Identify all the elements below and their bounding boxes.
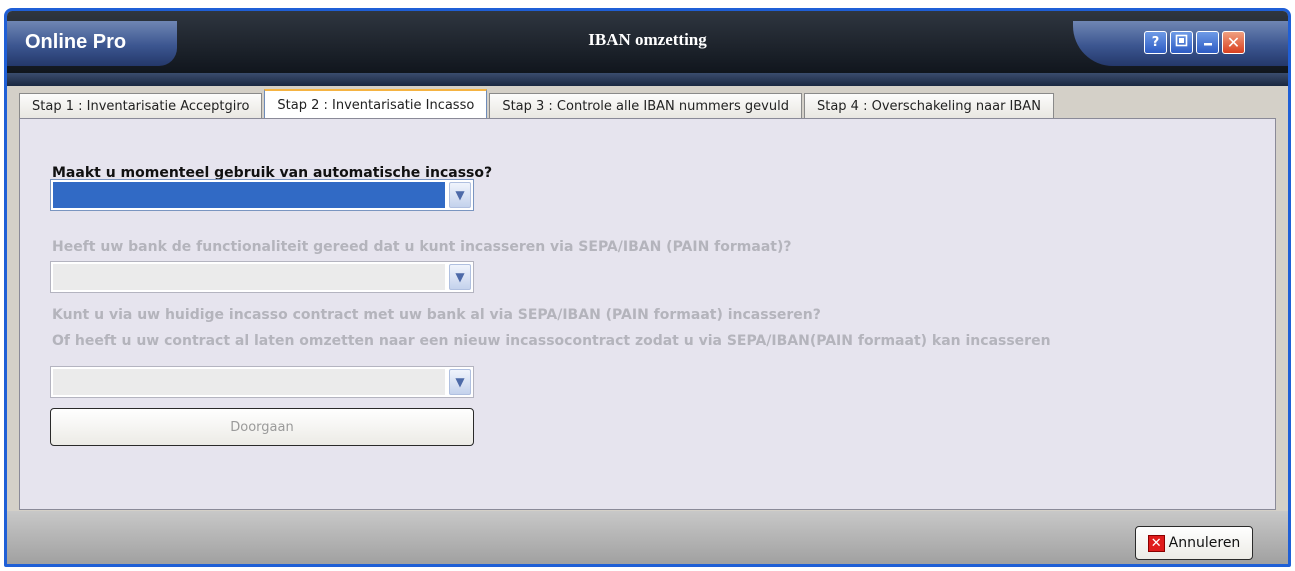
title-bar[interactable]: Online Pro IBAN omzetting ? ✕ [7, 11, 1288, 86]
chevron-down-icon[interactable]: ▼ [449, 182, 471, 208]
question-bank-sepa: Heeft uw bank de functionaliteit gereed … [52, 239, 792, 255]
restore-button[interactable] [1170, 31, 1193, 54]
close-icon: ✕ [1226, 33, 1241, 52]
restore-icon [1175, 34, 1188, 51]
chevron-down-icon[interactable]: ▼ [449, 369, 471, 395]
tab-content-panel: Maakt u momenteel gebruik van automatisc… [19, 118, 1276, 510]
cancel-icon: ✕ [1147, 534, 1165, 552]
help-button[interactable]: ? [1144, 31, 1167, 54]
question-contract-line2: Of heeft u uw contract al laten omzetten… [52, 333, 1051, 349]
help-icon: ? [1151, 35, 1160, 50]
window-title: IBAN omzetting [588, 30, 707, 49]
select-value [53, 264, 445, 290]
close-button[interactable]: ✕ [1222, 31, 1245, 54]
tab-step-1[interactable]: Stap 1 : Inventarisatie Acceptgiro [19, 93, 263, 119]
cancel-label: Annuleren [1168, 535, 1241, 551]
contract-select[interactable]: ▼ [50, 366, 474, 398]
tab-bar: Stap 1 : Inventarisatie Acceptgiro Stap … [19, 89, 1056, 119]
bottom-bar: ✕ Annuleren [7, 511, 1288, 564]
continue-button[interactable]: Doorgaan [50, 408, 474, 446]
chevron-down-icon[interactable]: ▼ [449, 264, 471, 290]
tab-step-3[interactable]: Stap 3 : Controle alle IBAN nummers gevu… [489, 93, 802, 119]
bank-sepa-select[interactable]: ▼ [50, 261, 474, 293]
minimize-button[interactable] [1196, 31, 1219, 54]
minimize-icon [1202, 35, 1214, 51]
title-bar-stripe [7, 73, 1288, 86]
direct-debit-select[interactable]: ▼ [50, 179, 474, 211]
select-value [53, 182, 445, 208]
select-value [53, 369, 445, 395]
tab-step-4[interactable]: Stap 4 : Overschakeling naar IBAN [803, 93, 1054, 119]
question-contract-line1: Kunt u via uw huidige incasso contract m… [52, 307, 821, 323]
app-window: Online Pro IBAN omzetting ? ✕ Stap 1: I… [4, 8, 1291, 567]
tab-step-2[interactable]: Stap 2 : Inventarisatie Incasso [264, 89, 488, 119]
cancel-button[interactable]: ✕ Annuleren [1135, 526, 1253, 560]
